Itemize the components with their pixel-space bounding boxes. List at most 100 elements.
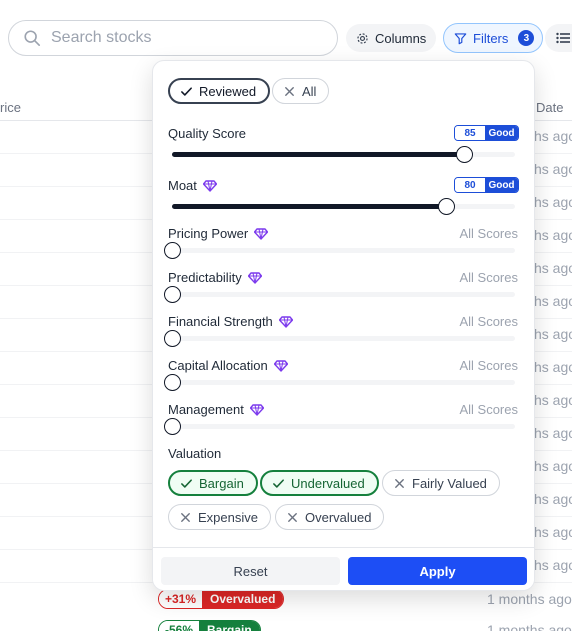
- slider-fill: [172, 152, 464, 157]
- valuation-badge: Bargain: [199, 621, 260, 631]
- valuation-chip-fairly-valued[interactable]: Fairly Valued: [382, 470, 500, 496]
- row-date: 1 months ago: [487, 591, 572, 607]
- columns-button[interactable]: Columns: [346, 24, 437, 52]
- filter-label-text: Moat: [168, 178, 197, 193]
- premium-gem-icon: [254, 227, 269, 240]
- filter-value-text: All Scores: [459, 358, 518, 373]
- filter-label-text: Quality Score: [168, 126, 247, 141]
- slider-thumb[interactable]: [164, 418, 181, 435]
- filter-label-text: Capital Allocation: [168, 358, 268, 373]
- score-value: 85: [455, 126, 485, 140]
- filter-label-pricing-power: Pricing Power: [168, 226, 269, 241]
- premium-gem-icon: [278, 315, 293, 328]
- date-cell: hs ago: [534, 458, 572, 474]
- valuation-chip-bargain[interactable]: Bargain: [168, 470, 258, 496]
- search-input[interactable]: [51, 29, 301, 47]
- filter-value-text: All Scores: [459, 270, 518, 285]
- chip-label: All: [302, 83, 317, 99]
- slider-pricing-power[interactable]: [164, 242, 515, 259]
- score-badge-quality: 85 Good: [454, 125, 519, 141]
- chip-label: Undervalued: [291, 475, 365, 491]
- premium-gem-icon: [249, 403, 264, 416]
- slider-quality-score[interactable]: [172, 146, 515, 163]
- list-view-button[interactable]: [545, 24, 572, 52]
- column-header-price[interactable]: rice: [0, 100, 21, 115]
- filter-label-predictability: Predictability: [168, 270, 262, 285]
- premium-gem-icon: [273, 359, 288, 372]
- premium-gem-icon: [247, 271, 262, 284]
- filter-label-capital-allocation: Capital Allocation: [168, 358, 288, 373]
- date-cell: hs ago: [534, 293, 572, 309]
- slider-thumb[interactable]: [438, 198, 455, 215]
- slider-moat[interactable]: [172, 198, 515, 215]
- filters-button[interactable]: Filters 3: [443, 23, 544, 53]
- check-icon: [273, 478, 284, 488]
- scope-chip-all[interactable]: All: [272, 78, 330, 104]
- chip-label: Expensive: [198, 509, 258, 525]
- close-icon: [395, 478, 404, 488]
- filters-label: Filters: [473, 30, 509, 46]
- slider-thumb[interactable]: [456, 146, 473, 163]
- score-badge-moat: 80 Good: [454, 177, 519, 193]
- filter-label-text: Predictability: [168, 270, 242, 285]
- scope-chip-reviewed[interactable]: Reviewed: [168, 78, 271, 104]
- chip-label: Fairly Valued: [412, 475, 487, 491]
- check-icon: [181, 86, 192, 96]
- chip-label: Reviewed: [199, 83, 257, 99]
- slider-fill: [172, 204, 446, 209]
- slider-thumb[interactable]: [164, 286, 181, 303]
- valuation-chip-expensive[interactable]: Expensive: [168, 504, 271, 530]
- columns-label: Columns: [375, 30, 427, 46]
- reset-button[interactable]: Reset: [161, 557, 340, 585]
- premium-gem-icon: [202, 179, 217, 192]
- score-value: 80: [455, 178, 485, 192]
- filter-label-valuation: Valuation: [168, 446, 221, 461]
- slider-capital-allocation[interactable]: [164, 374, 515, 391]
- date-cell: hs ago: [534, 161, 572, 177]
- row-date: 1 months ago: [487, 622, 572, 631]
- list-icon: [556, 32, 570, 44]
- valuation-chip-undervalued[interactable]: Undervalued: [260, 470, 379, 496]
- score-rating: Good: [485, 126, 518, 140]
- slider-thumb[interactable]: [164, 330, 181, 347]
- column-header-date[interactable]: Date: [536, 100, 563, 115]
- close-icon: [181, 512, 190, 522]
- filter-label-financial-strength: Financial Strength: [168, 314, 293, 329]
- filter-label-moat: Moat: [168, 178, 217, 193]
- chip-label: Overvalued: [305, 509, 372, 525]
- filter-value-text: All Scores: [459, 402, 518, 417]
- filter-label-management: Management: [168, 402, 264, 417]
- apply-button[interactable]: Apply: [348, 557, 527, 585]
- slider-management[interactable]: [164, 418, 515, 435]
- price-diff: -56%: [159, 621, 200, 631]
- slider-predictability[interactable]: [164, 286, 515, 303]
- filter-label-text: Pricing Power: [168, 226, 249, 241]
- date-cell: hs ago: [534, 194, 572, 210]
- valuation-badge: Overvalued: [202, 590, 284, 608]
- chip-label: Bargain: [199, 475, 244, 491]
- close-icon: [288, 512, 297, 522]
- filters-panel: Reviewed All Quality Score 85 Good Moat …: [152, 60, 535, 591]
- slider-thumb[interactable]: [164, 242, 181, 259]
- table-row-valuation: -56% Bargain: [158, 620, 261, 631]
- date-cell: hs ago: [534, 524, 572, 540]
- search-icon: [24, 30, 41, 47]
- slider-thumb[interactable]: [164, 374, 181, 391]
- date-cell: hs ago: [534, 359, 572, 375]
- close-icon: [285, 86, 294, 96]
- slider-financial-strength[interactable]: [164, 330, 515, 347]
- date-cell: hs ago: [534, 128, 572, 144]
- date-cell: hs ago: [534, 260, 572, 276]
- filter-value-text: All Scores: [459, 226, 518, 241]
- filter-icon: [454, 32, 467, 44]
- filters-count-badge: 3: [518, 30, 535, 46]
- date-cell: hs ago: [534, 491, 572, 507]
- date-cell: hs ago: [534, 557, 572, 573]
- search-bar[interactable]: [8, 20, 338, 56]
- valuation-chip-overvalued[interactable]: Overvalued: [275, 504, 385, 530]
- filter-label-quality-score: Quality Score: [168, 126, 246, 141]
- filter-label-text: Financial Strength: [168, 314, 273, 329]
- date-cell: hs ago: [534, 425, 572, 441]
- date-cell: hs ago: [534, 392, 572, 408]
- date-cell: hs ago: [534, 326, 572, 342]
